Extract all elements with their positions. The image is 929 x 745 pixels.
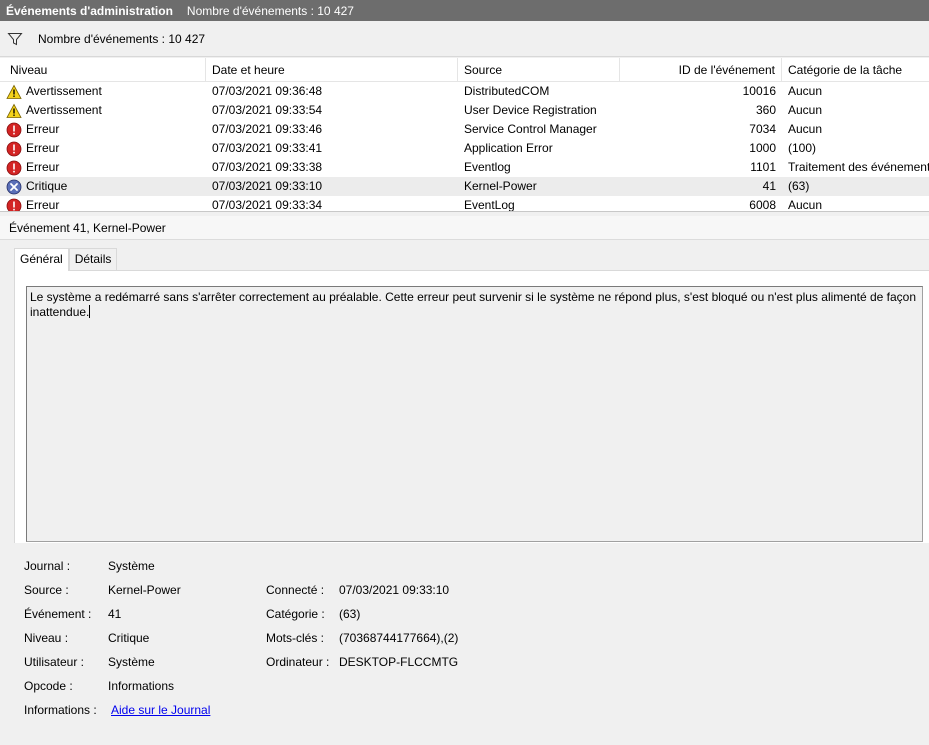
row-source: DistributedCOM xyxy=(464,84,550,98)
row-source: Service Control Manager xyxy=(464,122,597,136)
error-icon xyxy=(6,122,22,138)
row-id: 41 xyxy=(762,179,776,193)
table-row[interactable]: Erreur 07/03/2021 09:33:46 Service Contr… xyxy=(0,120,929,139)
col-header-level[interactable]: Niveau xyxy=(6,58,206,82)
row-source: Application Error xyxy=(464,141,553,155)
row-date: 07/03/2021 09:33:34 xyxy=(212,198,323,212)
info-label: Informations : xyxy=(24,703,97,717)
row-category: Traitement des événements xyxy=(788,160,929,174)
opcode-label: Opcode : xyxy=(24,679,73,693)
table-row[interactable]: Erreur 07/03/2021 09:33:38 Eventlog 1101… xyxy=(0,158,929,177)
col-header-date[interactable]: Date et heure xyxy=(206,58,458,82)
connected-value: 07/03/2021 09:33:10 xyxy=(339,583,450,597)
tab-general[interactable]: Général xyxy=(14,248,69,271)
row-level: Erreur xyxy=(26,141,60,155)
critical-icon xyxy=(6,179,22,195)
row-id: 6008 xyxy=(749,198,776,212)
row-category: Aucun xyxy=(788,103,823,117)
event-id-value: 41 xyxy=(108,607,122,621)
table-row[interactable]: Erreur 07/03/2021 09:33:34 EventLog 6008… xyxy=(0,196,929,212)
row-source: Eventlog xyxy=(464,160,511,174)
error-icon xyxy=(6,141,22,157)
row-id: 360 xyxy=(755,103,776,117)
table-row[interactable]: Avertissement 07/03/2021 09:33:54 User D… xyxy=(0,101,929,120)
row-id: 10016 xyxy=(742,84,776,98)
filter-bar: Nombre d'événements : 10 427 xyxy=(0,21,929,57)
user-label: Utilisateur : xyxy=(24,655,85,669)
computer-value: DESKTOP-FLCCMTG xyxy=(339,655,459,669)
journal-value: Système xyxy=(108,559,155,573)
row-source: EventLog xyxy=(464,198,515,212)
row-level: Avertissement xyxy=(26,103,102,117)
row-category: Aucun xyxy=(788,122,823,136)
event-count: Nombre d'événements : 10 427 xyxy=(38,31,206,46)
user-value: Système xyxy=(108,655,155,669)
level-value: Critique xyxy=(108,631,150,645)
filter-icon[interactable] xyxy=(7,31,23,47)
tab-details[interactable]: Détails xyxy=(68,248,118,270)
row-date: 07/03/2021 09:33:46 xyxy=(212,122,323,136)
row-level: Avertissement xyxy=(26,84,102,98)
error-icon xyxy=(6,160,22,176)
row-id: 1101 xyxy=(750,160,776,174)
table-row[interactable]: Avertissement 07/03/2021 09:36:48 Distri… xyxy=(0,82,929,101)
row-date: 07/03/2021 09:33:41 xyxy=(212,141,323,155)
row-date: 07/03/2021 09:33:10 xyxy=(212,179,323,193)
category-label: Catégorie : xyxy=(266,607,325,621)
category-value: (63) xyxy=(339,607,361,621)
event-description[interactable]: Le système a redémarré sans s'arrêter co… xyxy=(26,286,923,542)
error-icon xyxy=(6,198,22,211)
row-date: 07/03/2021 09:36:48 xyxy=(212,84,323,98)
row-category: Aucun xyxy=(788,84,823,98)
row-level: Erreur xyxy=(26,122,60,136)
row-source: User Device Registration xyxy=(464,103,597,117)
event-properties: Journal : Système Source : Kernel-Power … xyxy=(14,543,929,745)
computer-label: Ordinateur : xyxy=(266,655,330,669)
warning-icon xyxy=(6,84,22,100)
journal-help-link[interactable]: Aide sur le Journal xyxy=(111,703,210,717)
text-caret xyxy=(89,305,91,318)
row-date: 07/03/2021 09:33:54 xyxy=(212,103,323,117)
row-category: (63) xyxy=(788,179,810,193)
table-row-selected[interactable]: Critique 07/03/2021 09:33:10 Kernel-Powe… xyxy=(0,177,929,196)
row-source: Kernel-Power xyxy=(464,179,537,193)
connected-label: Connecté : xyxy=(266,583,325,597)
col-header-source[interactable]: Source xyxy=(458,58,620,82)
level-label: Niveau : xyxy=(24,631,69,645)
col-header-category[interactable]: Catégorie de la tâche xyxy=(782,58,929,82)
row-level: Erreur xyxy=(26,198,60,212)
row-id: 7034 xyxy=(749,122,776,136)
row-level: Critique xyxy=(26,179,68,193)
row-level: Erreur xyxy=(26,160,60,174)
keywords-value: (70368744177664),(2) xyxy=(339,631,459,645)
table-header: Niveau Date et heure Source ID de l'évén… xyxy=(0,58,929,82)
title-event-count: Nombre d'événements : 10 427 xyxy=(186,3,354,18)
table-row[interactable]: Erreur 07/03/2021 09:33:41 Application E… xyxy=(0,139,929,158)
source-value: Kernel-Power xyxy=(108,583,181,597)
window-title: Événements d'administration xyxy=(6,3,173,18)
warning-icon xyxy=(6,103,22,119)
row-date: 07/03/2021 09:33:38 xyxy=(212,160,323,174)
keywords-label: Mots-clés : xyxy=(266,631,325,645)
title-bar: Événements d'administration Nombre d'évé… xyxy=(0,0,929,21)
event-id-label: Événement : xyxy=(24,607,92,621)
source-label: Source : xyxy=(24,583,69,597)
col-header-event-id[interactable]: ID de l'événement xyxy=(620,58,782,82)
detail-tabs: Général Détails xyxy=(14,248,118,271)
opcode-value: Informations xyxy=(108,679,175,693)
journal-label: Journal : xyxy=(24,559,71,573)
row-category: Aucun xyxy=(788,198,823,212)
events-table: Niveau Date et heure Source ID de l'évén… xyxy=(0,58,929,212)
event-description-text: Le système a redémarré sans s'arrêter co… xyxy=(30,290,916,319)
row-category: (100) xyxy=(788,141,817,155)
event-detail-title: Événement 41, Kernel-Power xyxy=(0,216,929,240)
row-id: 1000 xyxy=(749,141,776,155)
